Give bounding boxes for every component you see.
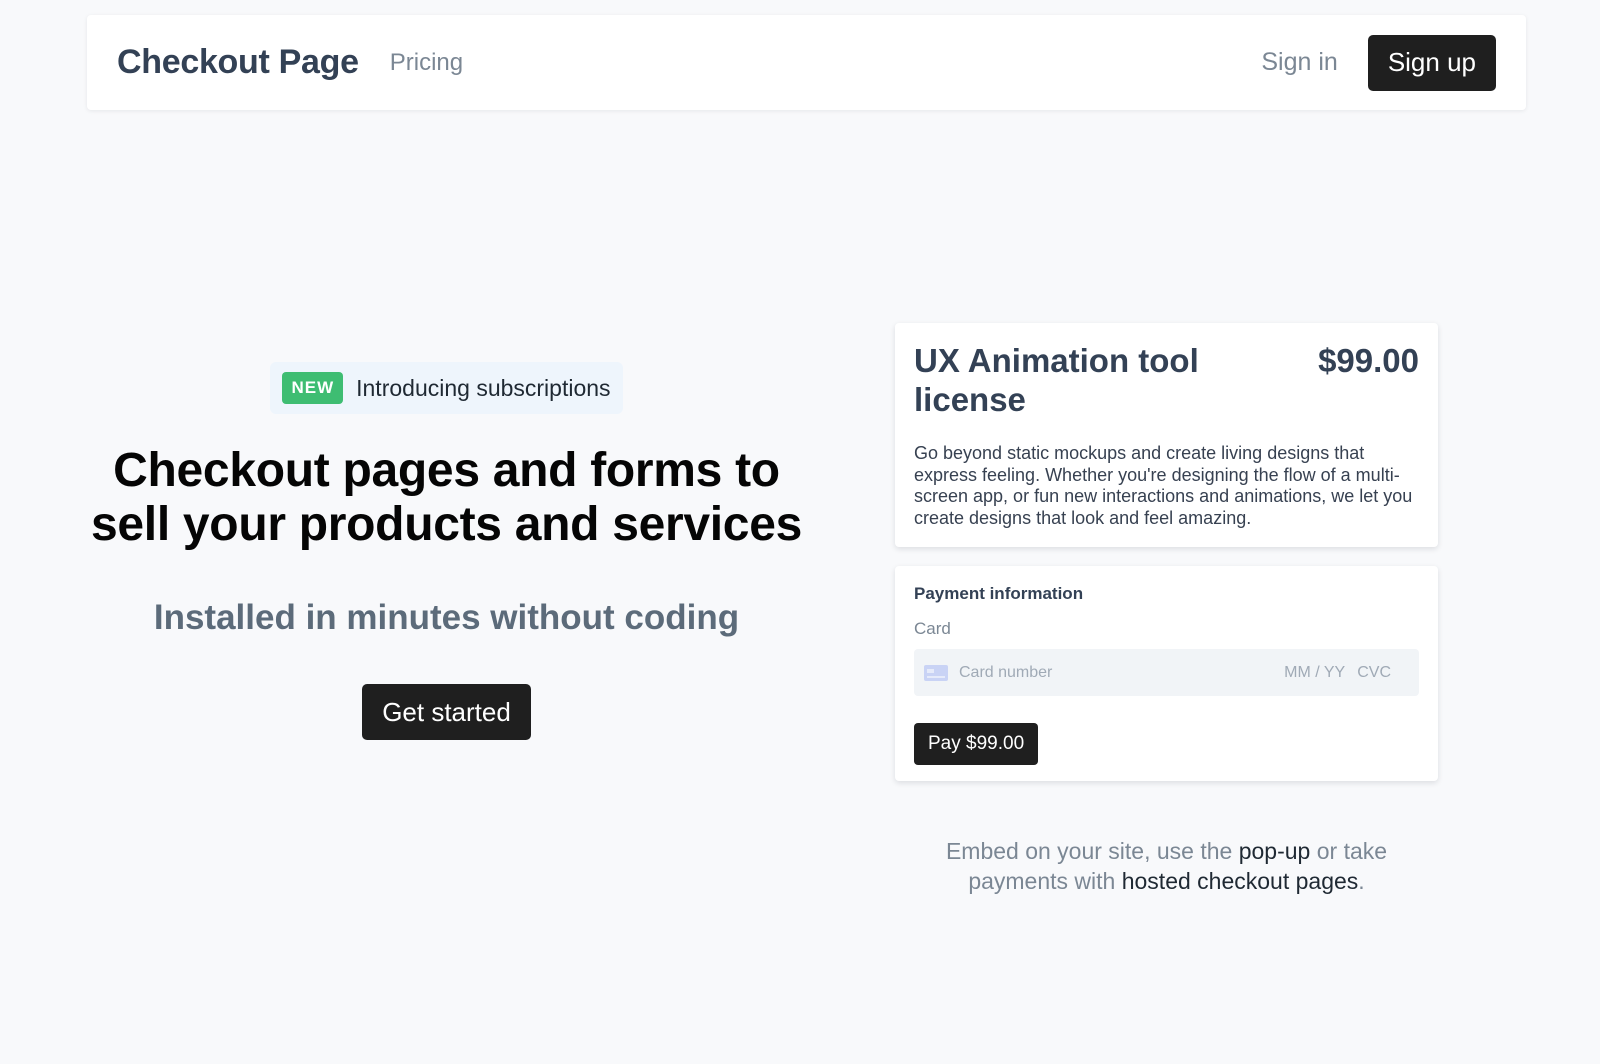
hosted-checkout-link[interactable]: hosted checkout pages <box>1122 868 1359 894</box>
product-description: Go beyond static mockups and create livi… <box>914 443 1413 528</box>
hero-section: NEW Introducing subscriptions Checkout p… <box>90 362 803 740</box>
card-label: Card <box>914 619 951 638</box>
product-title: UX Animation tool license <box>914 342 1199 418</box>
embed-text-part-1: Embed on your site, use the <box>945 838 1239 864</box>
headline-line-2: sell your products and services <box>91 498 802 551</box>
hero-subheadline: Installed in minutes without coding <box>153 598 740 637</box>
pay-button[interactable]: Pay $99.00 <box>914 723 1039 765</box>
credit-card-icon <box>924 664 948 681</box>
embed-text-part-3: . <box>1358 868 1365 894</box>
navbar: Checkout Page Pricing Sign in Sign up <box>87 15 1526 110</box>
hero-headline: Checkout pages and forms to sell your pr… <box>91 444 802 552</box>
announcement-banner[interactable]: NEW Introducing subscriptions <box>270 362 623 414</box>
signin-link[interactable]: Sign in <box>1261 48 1337 77</box>
card-expiry-input[interactable]: MM / YY <box>1284 664 1345 682</box>
brand-logo[interactable]: Checkout Page <box>117 43 359 82</box>
product-price: $99.00 <box>1318 342 1419 379</box>
product-header: UX Animation tool license $99.00 <box>914 341 1419 419</box>
card-number-input[interactable]: Card number <box>959 664 1284 682</box>
pricing-link[interactable]: Pricing <box>390 49 463 77</box>
payment-card: Payment information Card Card number MM … <box>895 566 1438 781</box>
nav-right: Sign in Sign up <box>1261 34 1496 91</box>
signup-button[interactable]: Sign up <box>1367 34 1496 91</box>
get-started-button[interactable]: Get started <box>362 684 531 740</box>
product-card: UX Animation tool license $99.00 Go beyo… <box>895 323 1438 547</box>
new-badge: NEW <box>282 372 344 404</box>
payment-title: Payment information <box>914 584 1084 603</box>
card-cvc-input[interactable]: CVC <box>1357 664 1391 682</box>
embed-description: Embed on your site, use the pop-up or ta… <box>895 836 1438 896</box>
card-input-field[interactable]: Card number MM / YY CVC <box>914 649 1419 696</box>
headline-line-1: Checkout pages and forms to <box>113 444 780 497</box>
announcement-text: Introducing subscriptions <box>356 374 611 401</box>
popup-link[interactable]: pop-up <box>1239 838 1311 864</box>
